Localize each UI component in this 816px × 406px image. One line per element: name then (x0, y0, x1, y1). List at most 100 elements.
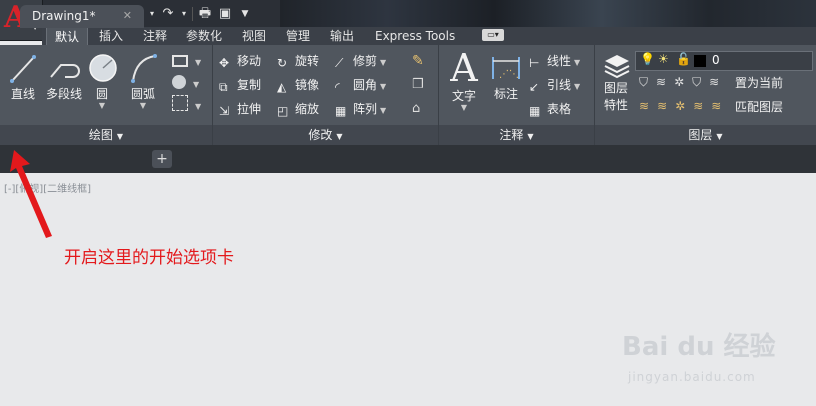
tab-view[interactable]: 视图 (234, 27, 274, 45)
mirror-button[interactable]: ◭ 镜像 (277, 75, 319, 95)
trim-label: 修剪 (353, 54, 378, 68)
workspace-icon[interactable]: ▣ (217, 6, 233, 22)
make-current-label: 置为当前 (735, 76, 784, 90)
dimension-button[interactable]: ⋰⋱ 标注 (489, 51, 523, 102)
ribbon-minimize-button[interactable]: ▭▾ (482, 29, 504, 41)
move-button[interactable]: ✥ 移动 (219, 51, 261, 71)
copy-button[interactable]: ⧉ 复制 (219, 75, 261, 95)
scale-label: 缩放 (295, 102, 320, 116)
move-label: 移动 (237, 54, 262, 68)
linear-button[interactable]: ⊢ 线性 ▼ (529, 51, 580, 71)
tab-annotate[interactable]: 注释 (135, 27, 175, 45)
chevron-down-icon: ▼ (527, 132, 534, 141)
scale-button[interactable]: ◰ 缩放 (277, 99, 319, 119)
chevron-down-icon: ▼ (193, 80, 200, 89)
layer-thaw-icon[interactable]: ✲ (675, 99, 685, 113)
tab-default[interactable]: 默认 (46, 27, 89, 45)
plus-icon: + (156, 151, 168, 167)
layer-stack-icon (604, 55, 630, 79)
fillet-button[interactable]: ◜ 圆角 ▼ (335, 75, 386, 95)
close-icon[interactable]: ✕ (123, 9, 132, 22)
annotation-arrow-icon (10, 150, 52, 238)
dimension-icon: ⋰⋱ (492, 57, 520, 80)
chevron-down-icon: ▼ (574, 58, 581, 67)
new-tab-button[interactable]: + (152, 150, 172, 168)
array-button[interactable]: ▦ 阵列 ▼ (335, 99, 386, 119)
erase-icon[interactable]: ✎ (412, 53, 428, 69)
leader-label: 引线 (547, 78, 572, 92)
layer-freeze-icon[interactable]: ✲ (674, 75, 684, 90)
rotate-label: 旋转 (295, 54, 320, 68)
hatch-button[interactable]: ▼ (172, 73, 199, 93)
annotation-panel-title[interactable]: 注释 ▼ (439, 125, 594, 145)
stretch-button[interactable]: ⇲ 拉伸 (219, 99, 261, 119)
modify-panel-title-label: 修改 (308, 128, 333, 142)
array-icon: ▦ (335, 104, 347, 118)
document-tab[interactable]: Drawing1* ✕ (20, 5, 144, 28)
leader-button[interactable]: ↙ 引线 ▼ (529, 75, 580, 95)
linear-dim-icon: ⊢ (529, 56, 540, 70)
tab-output[interactable]: 输出 (322, 27, 362, 45)
layer-properties-button[interactable]: 图层 特性 (599, 51, 633, 113)
text-button[interactable]: A 文字 ▼ (449, 49, 479, 112)
tab-insert[interactable]: 插入 (91, 27, 131, 45)
layer-unisolate-icon[interactable]: ≋ (657, 99, 667, 113)
match-layer-button[interactable]: 匹配图层 (735, 97, 783, 117)
current-layer-name: 0 (712, 53, 720, 67)
annotation-panel-title-label: 注释 (499, 128, 524, 142)
tab-express-tools[interactable]: Express Tools (367, 27, 463, 45)
chevron-down-icon: ▼ (716, 132, 723, 141)
layers-panel: 图层 特性 💡 ☀ 🔓 0 ⛉ ≋ ✲ ⛉ ≋ 置为当前 ≋ ≋ ✲ ≋ ≋ 匹… (595, 45, 816, 145)
customize-icon[interactable]: ▼ (237, 6, 253, 22)
rotate-button[interactable]: ↻ 旋转 (277, 51, 319, 71)
redo-dropdown-icon[interactable]: ▾ (180, 6, 188, 22)
tab-parametric[interactable]: 参数化 (178, 27, 230, 45)
trim-button[interactable]: ⟋ 修剪 ▼ (335, 51, 386, 71)
layer-on-icon[interactable]: ≋ (639, 99, 649, 113)
annotation-text: 开启这里的开始选项卡 (64, 248, 234, 268)
chevron-down-icon: ▼ (98, 101, 106, 110)
trim-icon: ⟋ (335, 56, 344, 70)
stretch-icon: ⇲ (219, 104, 230, 118)
layer-off-icon[interactable]: ⛉ (639, 75, 648, 90)
layer-tools-row-1: ⛉ ≋ ✲ ⛉ ≋ (639, 75, 719, 90)
circle-button[interactable]: 圆 ▼ (88, 51, 117, 110)
line-label: 直线 (10, 87, 35, 101)
undo-dropdown-icon[interactable]: ▾ (148, 6, 156, 22)
match-layer-icon[interactable]: ≋ (711, 99, 721, 113)
plot-icon[interactable]: 🖶 (197, 6, 213, 22)
circle-icon (89, 54, 117, 82)
chevron-down-icon: ▼ (195, 58, 202, 67)
offset-icon[interactable]: ⌂ (412, 101, 428, 117)
hatch-icon (172, 75, 186, 89)
region-icon (172, 95, 188, 111)
fillet-icon: ◜ (335, 80, 340, 94)
chevron-down-icon: ▼ (195, 102, 202, 111)
explode-icon[interactable]: ❒ (412, 77, 428, 93)
layer-lock-icon[interactable]: ⛉ (692, 75, 701, 90)
chevron-down-icon: ▼ (380, 82, 387, 91)
arc-label: 圆弧 (130, 87, 155, 101)
make-current-icon[interactable]: ≋ (709, 75, 719, 90)
redo-icon[interactable]: ↷ (160, 6, 176, 22)
layer-dropdown[interactable]: 💡 ☀ 🔓 0 (635, 51, 813, 71)
table-label: 表格 (547, 102, 572, 116)
polyline-button[interactable]: 多段线 (44, 51, 84, 102)
layer-unlock-icon[interactable]: ≋ (693, 99, 703, 113)
table-button[interactable]: ▦ 表格 (529, 99, 571, 119)
modify-panel-title[interactable]: 修改 ▼ (213, 125, 438, 145)
make-current-button[interactable]: 置为当前 (735, 73, 783, 93)
line-button[interactable]: 直线 (6, 51, 40, 102)
layer-isolate-icon[interactable]: ≋ (656, 75, 666, 90)
arc-button[interactable]: 圆弧 ▼ (126, 51, 160, 110)
draw-panel: 直线 多段线 圆 ▼ 圆弧 ▼ ▼ ▼ ▼ 绘图 ▼ (0, 45, 213, 145)
layer-properties-label-1: 图层 (603, 81, 628, 95)
layers-panel-title[interactable]: 图层 ▼ (595, 125, 816, 145)
document-tab-label: Drawing1* (32, 9, 96, 23)
tab-manage[interactable]: 管理 (278, 27, 318, 45)
chevron-down-icon: ▼ (336, 132, 343, 141)
layer-tools-row-2: ≋ ≋ ✲ ≋ ≋ (639, 99, 721, 113)
region-button[interactable]: ▼ (172, 95, 201, 115)
svg-text:⋰⋱: ⋰⋱ (499, 69, 519, 80)
rectangle-button[interactable]: ▼ (172, 51, 201, 71)
